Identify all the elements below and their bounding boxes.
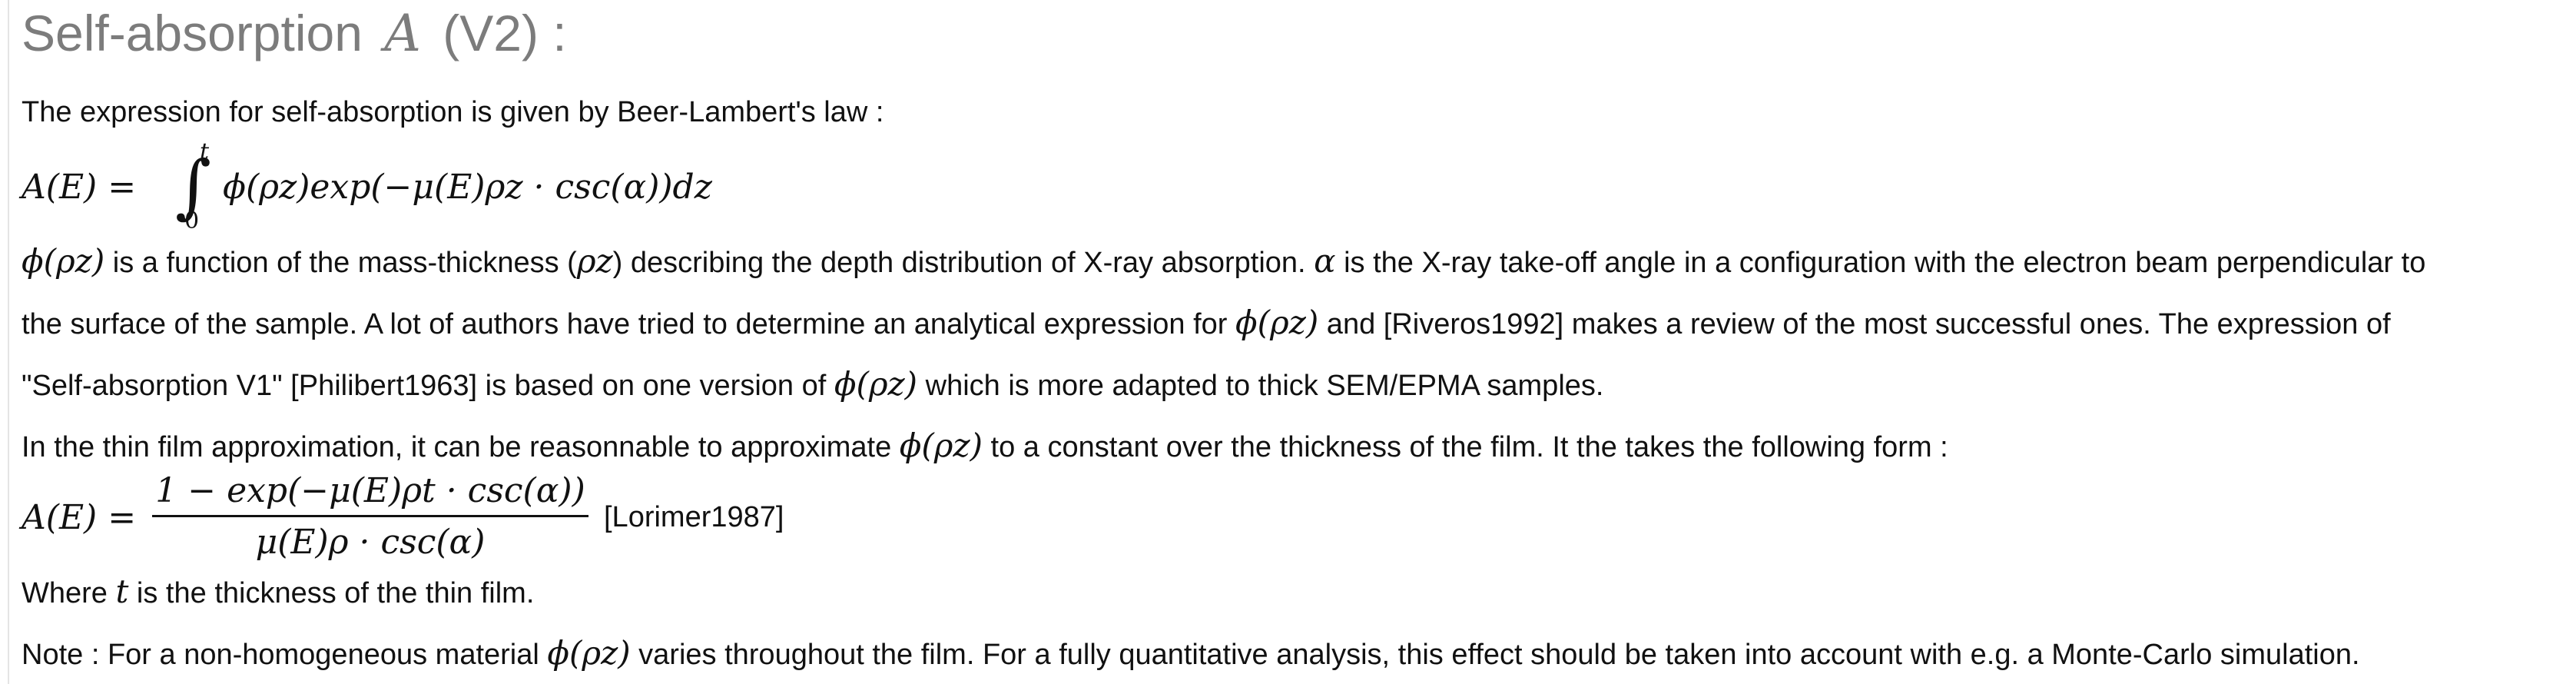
para1-text2: ) describing the depth distribution of X… — [612, 247, 1315, 279]
t-symbol: t — [115, 573, 129, 610]
phi-symbol: ϕ(ρz) — [834, 365, 918, 403]
phi-description-line2: the surface of the sample. A lot of auth… — [22, 304, 2391, 343]
fraction-bar — [152, 515, 588, 517]
equation2-numerator: 1 − exp(−μ(E)ρt · csc(α)) — [155, 471, 585, 510]
para5-text1: Where — [22, 577, 116, 609]
para1-text1: is a function of the mass-thickness ( — [104, 247, 577, 279]
equation2-denominator: μ(E)ρ · csc(α) — [255, 523, 486, 562]
phi-symbol: ϕ(ρz) — [1235, 304, 1319, 341]
lorimer-citation: [Lorimer1987] — [604, 501, 784, 533]
phi-description-line3: "Self-absorption V1" [Philibert1963] is … — [22, 366, 1603, 404]
non-homogeneous-note: Note : For a non-homogeneous material ϕ(… — [22, 635, 2360, 673]
heading-prefix: Self-absorption — [22, 5, 363, 61]
phi-symbol: ϕ(ρz) — [547, 634, 631, 672]
para4-text1: In the thin film approximation, it can b… — [22, 431, 900, 463]
para2-text1: the surface of the sample. A lot of auth… — [22, 308, 1236, 340]
rhoz-symbol: ρz — [576, 242, 613, 280]
section-heading: Self-absorption A (V2) : — [22, 0, 567, 67]
para3-text1: "Self-absorption V1" [Philibert1963] is … — [22, 370, 834, 402]
equation2-lhs: A(E) = — [22, 498, 137, 537]
para1-text3: is the X-ray take-off angle in a configu… — [1335, 247, 2426, 279]
phi-description-line1: ϕ(ρz) is a function of the mass-thicknes… — [22, 243, 2425, 281]
equation2-fraction: 1 − exp(−μ(E)ρt · csc(α)) μ(E)ρ · csc(α) — [152, 469, 588, 565]
phi-symbol: ϕ(ρz) — [899, 427, 983, 464]
para6-text1: Note : For a non-homogeneous material — [22, 639, 548, 671]
cell-edge-rule — [8, 0, 9, 684]
thickness-note: Where t is the thickness of the thin fil… — [22, 573, 534, 612]
phi-symbol: ϕ(ρz) — [22, 242, 105, 280]
para5-text2: is the thickness of the thin film. — [128, 577, 535, 609]
intro-paragraph: The expression for self-absorption is gi… — [22, 96, 884, 128]
integral-lower-bound: 0 — [184, 208, 200, 234]
para2-text2: and [Riveros1992] makes a review of the … — [1318, 308, 2391, 340]
heading-suffix: (V2) : — [443, 5, 567, 61]
heading-symbol: A — [384, 4, 421, 63]
para6-text2: varies throughout the film. For a fully … — [630, 639, 2360, 671]
equation1-integrand: ϕ(ρz)exp(−μ(E)ρz · csc(α))dz — [223, 168, 712, 207]
alpha-symbol: α — [1314, 242, 1336, 280]
para4-text2: to a constant over the thickness of the … — [983, 431, 1948, 463]
integral-upper-bound: t — [200, 138, 210, 165]
thin-film-paragraph: In the thin film approximation, it can b… — [22, 427, 1948, 466]
para3-text2: which is more adapted to thick SEM/EPMA … — [917, 370, 1604, 402]
equation1-lhs: A(E) = — [22, 168, 137, 207]
